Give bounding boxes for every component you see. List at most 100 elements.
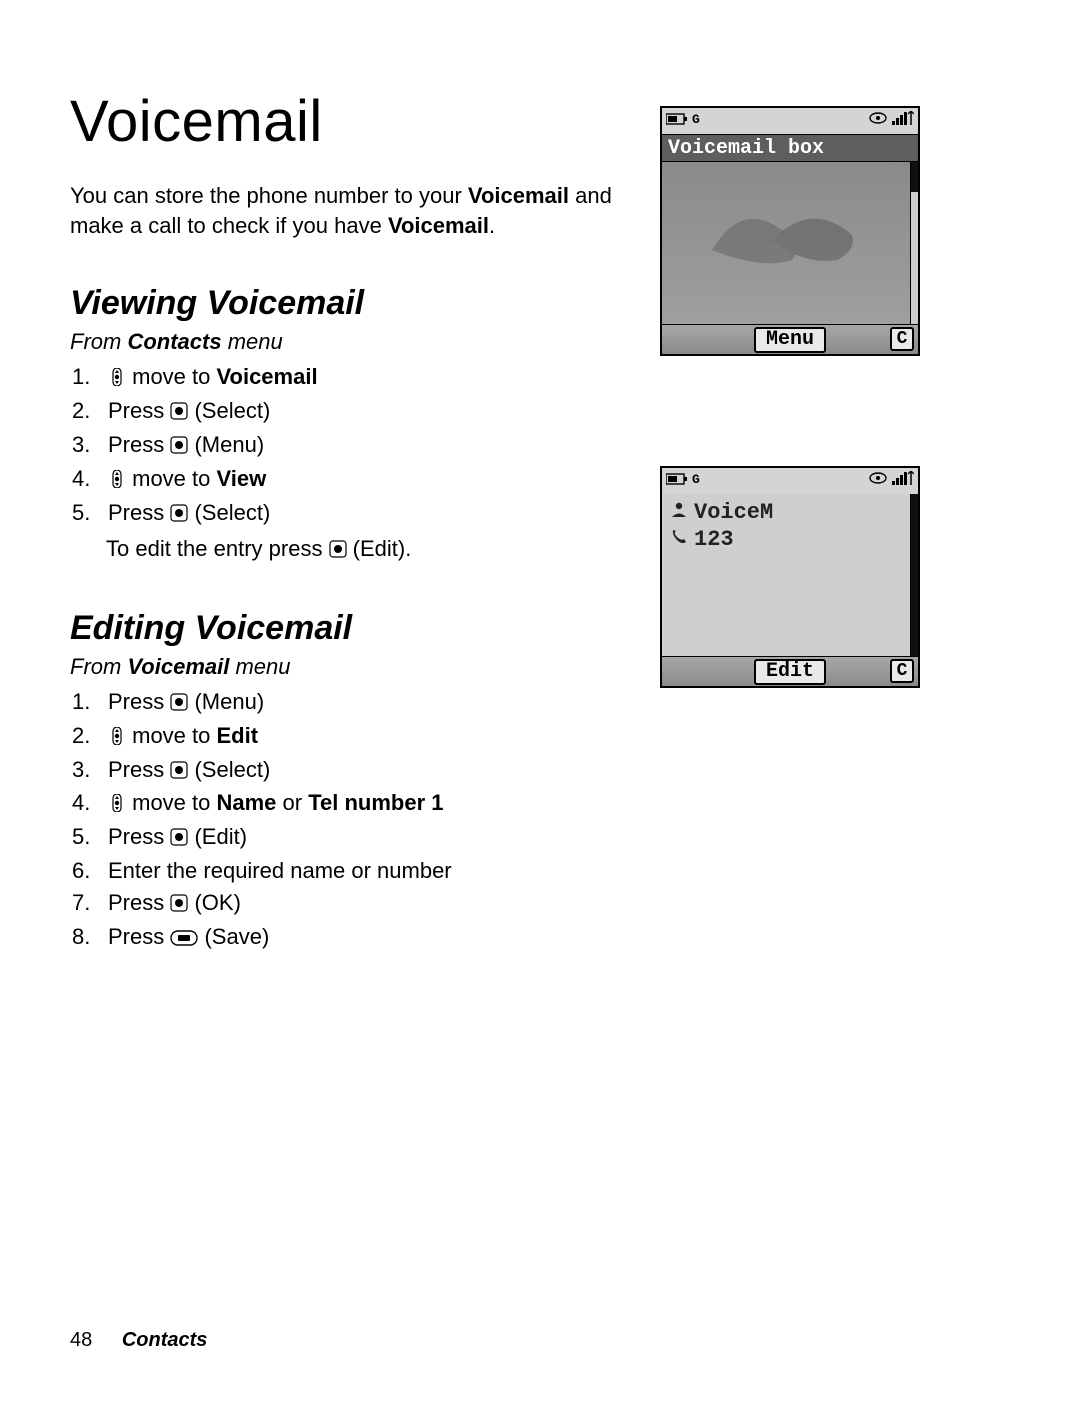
step-text: Press	[108, 924, 170, 949]
phone-body: VoiceM 123	[662, 494, 918, 656]
step-text: Press	[108, 824, 170, 849]
step-text: move to	[126, 466, 216, 491]
step-paren: (Save)	[198, 924, 269, 949]
step: Press (Edit)	[72, 821, 630, 855]
intro-bold-1: Voicemail	[468, 183, 569, 208]
gprs-icon: G	[692, 111, 708, 131]
scrollbar	[910, 494, 918, 656]
select-icon	[170, 688, 188, 720]
steps-viewing: move to Voicemail Press (Select) Press (…	[72, 361, 630, 530]
step-text: Press	[108, 500, 170, 525]
step-text: Press	[108, 398, 170, 423]
step-bold: Edit	[216, 723, 258, 748]
scrollbar	[910, 162, 918, 324]
step-paren: (Menu)	[188, 689, 264, 714]
contact-icon	[670, 500, 688, 525]
softkey-bar: Edit C	[662, 656, 918, 686]
step-paren: (Select)	[188, 757, 270, 782]
phone-screenshot-1: G Voicemail box Menu	[660, 106, 920, 356]
step-paren: (OK)	[188, 890, 241, 915]
c-softkey: C	[890, 659, 914, 683]
step-bold: Name	[216, 790, 276, 815]
svg-text:G: G	[692, 472, 700, 485]
section-heading-editing: Editing Voicemail	[70, 609, 630, 648]
ring-icon	[868, 471, 888, 491]
select-icon	[170, 431, 188, 463]
step: Press (Menu)	[72, 429, 630, 463]
intro-paragraph: You can store the phone number to your V…	[70, 181, 630, 240]
step: Enter the required name or number	[72, 855, 630, 887]
from-post: menu	[222, 329, 283, 354]
status-bar: G	[662, 108, 918, 134]
svg-text:G: G	[692, 112, 700, 125]
step-bold: Voicemail	[216, 364, 317, 389]
nav-icon	[108, 722, 126, 754]
select-icon	[170, 499, 188, 531]
phone-body	[662, 162, 918, 324]
intro-text: You can store the phone number to your	[70, 183, 468, 208]
select-icon	[170, 823, 188, 855]
from-post: menu	[229, 654, 290, 679]
steps-editing: Press (Menu) move to Edit Press (Select)…	[72, 686, 630, 955]
content: Voicemail You can store the phone number…	[70, 88, 1010, 997]
from-line-2: From Voicemail menu	[70, 654, 630, 680]
sub-paren: (Edit).	[347, 536, 412, 561]
step: move to View	[72, 463, 630, 497]
step-text: move to	[126, 723, 216, 748]
step-text: Press	[108, 689, 170, 714]
step-paren: (Edit)	[188, 824, 247, 849]
from-line-1: From Contacts menu	[70, 329, 630, 355]
select-icon	[170, 397, 188, 429]
c-softkey: C	[890, 327, 914, 351]
nav-icon	[108, 465, 126, 497]
intro-text-3: .	[489, 213, 495, 238]
entry-name-row: VoiceM	[670, 500, 910, 525]
step-text: Press	[108, 890, 170, 915]
battery-icon	[666, 472, 688, 491]
status-bar: G	[662, 468, 918, 494]
select-icon	[170, 889, 188, 921]
substep: To edit the entry press (Edit).	[70, 533, 630, 567]
step-text: move to	[126, 790, 216, 815]
battery-icon	[666, 112, 688, 131]
from-pre: From	[70, 654, 127, 679]
softkey-icon	[170, 923, 198, 955]
ring-icon	[868, 111, 888, 131]
page-footer: 48 Contacts	[70, 1329, 207, 1352]
scroll-thumb	[911, 162, 918, 192]
nav-icon	[108, 363, 126, 395]
page-number: 48	[70, 1329, 92, 1351]
step-or: or	[276, 790, 308, 815]
step-bold: View	[216, 466, 266, 491]
step-text: move to	[126, 364, 216, 389]
entry-number-row: 123	[670, 527, 910, 552]
step-text: Press	[108, 757, 170, 782]
step-text: Enter the required name or number	[108, 858, 452, 883]
step: Press (Select)	[72, 754, 630, 788]
from-bold: Voicemail	[127, 654, 229, 679]
gprs-icon: G	[692, 471, 708, 491]
step: Press (Save)	[72, 921, 630, 955]
scroll-thumb	[911, 494, 918, 656]
wallpaper-icon	[702, 190, 862, 280]
footer-section: Contacts	[122, 1329, 208, 1351]
entry-name: VoiceM	[694, 500, 773, 525]
signal-icon	[892, 471, 914, 491]
step: move to Voicemail	[72, 361, 630, 395]
sub-text: To edit the entry press	[106, 536, 329, 561]
phone-screenshot-2: G VoiceM 123	[660, 466, 920, 688]
step: Press (OK)	[72, 887, 630, 921]
intro-bold-2: Voicemail	[388, 213, 489, 238]
step-paren: (Select)	[188, 500, 270, 525]
left-column: Voicemail You can store the phone number…	[70, 88, 630, 997]
step-text: Press	[108, 432, 170, 457]
section-heading-viewing: Viewing Voicemail	[70, 284, 630, 323]
step-bold-2: Tel number 1	[308, 790, 443, 815]
from-pre: From	[70, 329, 127, 354]
phone-icon	[670, 527, 688, 552]
step: Press (Select)	[72, 497, 630, 531]
right-column: G Voicemail box Menu	[660, 88, 950, 997]
step: move to Name or Tel number 1	[72, 787, 630, 821]
page: Voicemail You can store the phone number…	[0, 0, 1080, 1408]
from-bold: Contacts	[127, 329, 221, 354]
